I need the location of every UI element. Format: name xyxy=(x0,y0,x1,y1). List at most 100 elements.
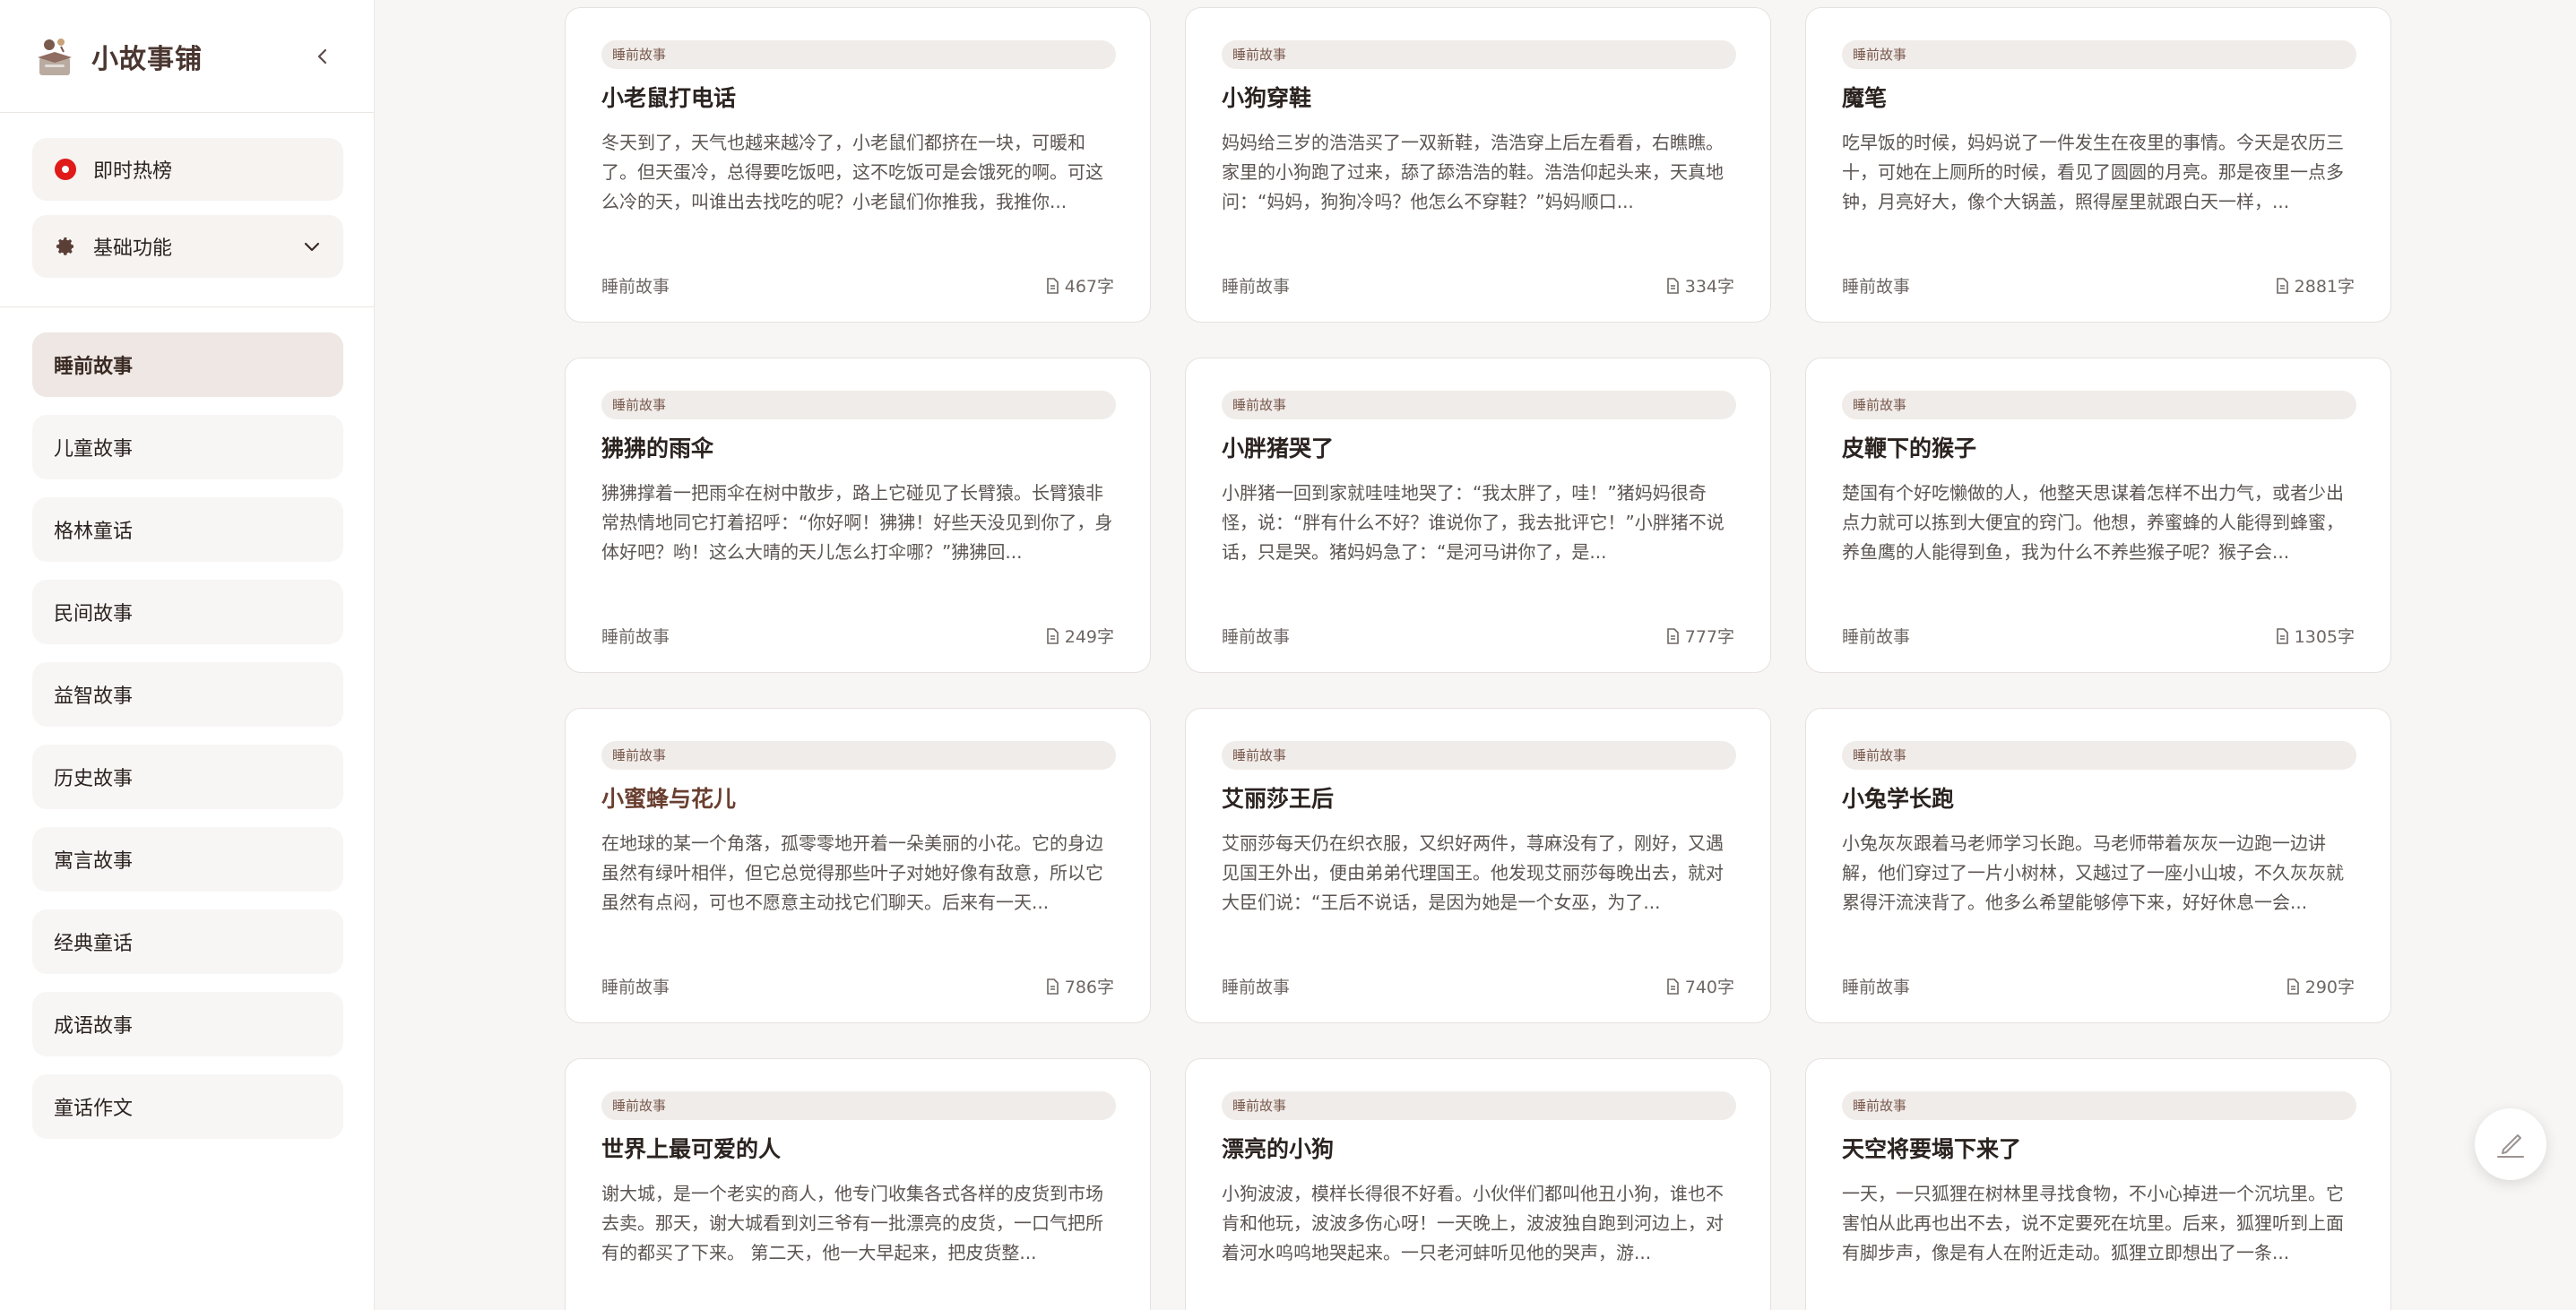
story-tag: 睡前故事 xyxy=(1842,391,2356,419)
word-count: 786字 xyxy=(1046,974,1114,998)
sidebar: 小故事铺 即时热榜 基础功能 睡前故事 儿童故事 格林童话 民间故事 益智故事 … xyxy=(0,0,375,1310)
story-title[interactable]: 天空将要塌下来了 xyxy=(1842,1134,2355,1165)
story-tag: 睡前故事 xyxy=(1222,741,1736,770)
story-meta: 睡前故事 290字 xyxy=(1842,974,2355,998)
story-card[interactable]: 睡前故事 艾丽莎王后 艾丽莎每天仍在织衣服，又织好两件，荨麻没有了，刚好，又遇见… xyxy=(1185,708,1771,1023)
story-meta: 睡前故事 1305字 xyxy=(1842,624,2355,648)
story-title[interactable]: 小老鼠打电话 xyxy=(601,83,1114,114)
document-icon xyxy=(1046,627,1059,644)
story-title[interactable]: 世界上最可爱的人 xyxy=(601,1134,1114,1165)
story-card[interactable]: 睡前故事 小狗穿鞋 妈妈给三岁的浩浩买了一双新鞋，浩浩穿上后左看看，右瞧瞧。家里… xyxy=(1185,7,1771,323)
story-meta: 睡前故事 249字 xyxy=(601,624,1114,648)
story-category: 睡前故事 xyxy=(601,627,670,647)
word-count-value: 249字 xyxy=(1064,627,1114,647)
story-excerpt: 冬天到了，天气也越来越冷了，小老鼠们都挤在一块，可暖和了。但天蛋冷，总得要吃饭吧… xyxy=(601,132,1103,212)
story-card[interactable]: 睡前故事 魔笔 吃早饭的时候，妈妈说了一件发生在夜里的事情。今天是农历三十，可她… xyxy=(1805,7,2391,323)
sidebar-item-puzzle[interactable]: 益智故事 xyxy=(32,662,343,727)
story-card[interactable]: 睡前故事 皮鞭下的猴子 楚国有个好吃懒做的人，他整天思谋着怎样不出力气，或者少出… xyxy=(1805,358,2391,673)
story-card[interactable]: 睡前故事 小胖猪哭了 小胖猪一回到家就哇哇地哭了：“我太胖了，哇！”猪妈妈很奇怪… xyxy=(1185,358,1771,673)
sidebar-item-fable[interactable]: 寓言故事 xyxy=(32,827,343,892)
story-grid: 睡前故事 小老鼠打电话 冬天到了，天气也越来越冷了，小老鼠们都挤在一块，可暖和了… xyxy=(375,0,2576,1310)
hot-record-icon xyxy=(54,158,77,181)
story-card[interactable]: 睡前故事 小蜜蜂与花儿 在地球的某一个角落，孤零零地开着一朵美丽的小花。它的身边… xyxy=(565,708,1151,1023)
story-meta: 睡前故事 786字 xyxy=(601,974,1114,998)
top-menu: 即时热榜 基础功能 xyxy=(0,113,374,307)
story-title[interactable]: 小兔学长跑 xyxy=(1842,784,2355,814)
story-title[interactable]: 魔笔 xyxy=(1842,83,2355,114)
story-card[interactable]: 睡前故事 世界上最可爱的人 谢大城，是一个老实的商人，他专门收集各式各样的皮货到… xyxy=(565,1058,1151,1310)
document-icon xyxy=(1046,277,1059,294)
word-count-value: 2881字 xyxy=(2294,277,2355,297)
story-excerpt: 楚国有个好吃懒做的人，他整天思谋着怎样不出力气，或者少出点力就可以拣到大便宜的窍… xyxy=(1842,482,2344,563)
sidebar-item-children[interactable]: 儿童故事 xyxy=(32,415,343,479)
story-category: 睡前故事 xyxy=(1842,978,1911,997)
sidebar-item-classic[interactable]: 经典童话 xyxy=(32,909,343,974)
story-card[interactable]: 睡前故事 漂亮的小狗 小狗波波，模样长得很不好看。小伙伴们都叫他丑小狗，谁也不肯… xyxy=(1185,1058,1771,1310)
word-count: 777字 xyxy=(1666,624,1734,648)
story-card[interactable]: 睡前故事 小兔学长跑 小兔灰灰跟着马老师学习长跑。马老师带着灰灰一边跑一边讲解，… xyxy=(1805,708,2391,1023)
pen-sign-icon xyxy=(2497,1134,2524,1158)
sidebar-item-grimm[interactable]: 格林童话 xyxy=(32,497,343,562)
story-title[interactable]: 小胖猪哭了 xyxy=(1222,434,1734,464)
basic-features-label: 基础功能 xyxy=(93,237,173,260)
write-story-button[interactable] xyxy=(2475,1108,2546,1180)
document-icon xyxy=(1666,277,1679,294)
word-count-value: 1305字 xyxy=(2294,627,2355,647)
story-category: 睡前故事 xyxy=(1842,277,1911,297)
story-card[interactable]: 睡前故事 小老鼠打电话 冬天到了，天气也越来越冷了，小老鼠们都挤在一块，可暖和了… xyxy=(565,7,1151,323)
story-category: 睡前故事 xyxy=(1842,627,1911,647)
story-excerpt: 一天，一只狐狸在树林里寻找食物，不小心掉进一个沉坑里。它害怕从此再也出不去，说不… xyxy=(1842,1183,2344,1263)
document-icon xyxy=(2276,627,2288,644)
document-icon xyxy=(2286,978,2299,995)
word-count: 249字 xyxy=(1046,624,1114,648)
collapse-sidebar-button[interactable] xyxy=(309,43,336,70)
storybook-logo-icon xyxy=(38,38,72,75)
story-category: 睡前故事 xyxy=(1222,277,1291,297)
story-excerpt: 妈妈给三岁的浩浩买了一双新鞋，浩浩穿上后左看看，右瞧瞧。家里的小狗跑了过来，舔了… xyxy=(1222,132,1724,212)
story-excerpt: 小胖猪一回到家就哇哇地哭了：“我太胖了，哇！”猪妈妈很奇怪，说：“胖有什么不好？… xyxy=(1222,482,1725,563)
story-title[interactable]: 艾丽莎王后 xyxy=(1222,784,1734,814)
word-count-value: 290字 xyxy=(2304,978,2355,997)
gear-icon xyxy=(54,235,77,258)
story-tag: 睡前故事 xyxy=(1222,40,1736,69)
sidebar-item-bedtime[interactable]: 睡前故事 xyxy=(32,332,343,397)
hot-list-button[interactable]: 即时热榜 xyxy=(32,138,343,201)
story-excerpt: 艾丽莎每天仍在织衣服，又织好两件，荨麻没有了，刚好，又遇见国王外出，便由弟弟代理… xyxy=(1222,832,1724,913)
story-meta: 睡前故事 334字 xyxy=(1222,273,1734,297)
story-tag: 睡前故事 xyxy=(601,741,1116,770)
story-category: 睡前故事 xyxy=(1222,978,1291,997)
story-excerpt: 谢大城，是一个老实的商人，他专门收集各式各样的皮货到市场去卖。那天，谢大城看到刘… xyxy=(601,1183,1103,1263)
story-tag: 睡前故事 xyxy=(601,391,1116,419)
category-nav: 睡前故事 儿童故事 格林童话 民间故事 益智故事 历史故事 寓言故事 经典童话 … xyxy=(0,307,374,1139)
story-title[interactable]: 小蜜蜂与花儿 xyxy=(601,784,1114,814)
sidebar-item-history[interactable]: 历史故事 xyxy=(32,745,343,809)
document-icon xyxy=(2276,277,2288,294)
story-title[interactable]: 狒狒的雨伞 xyxy=(601,434,1114,464)
story-category: 睡前故事 xyxy=(601,277,670,297)
story-tag: 睡前故事 xyxy=(1222,391,1736,419)
story-meta: 睡前故事 740字 xyxy=(1222,974,1734,998)
word-count: 1305字 xyxy=(2276,624,2355,648)
app-title: 小故事铺 xyxy=(91,43,203,75)
story-tag: 睡前故事 xyxy=(1842,40,2356,69)
word-count: 2881字 xyxy=(2276,273,2355,297)
word-count-value: 740字 xyxy=(1684,978,1734,997)
story-excerpt: 小兔灰灰跟着马老师学习长跑。马老师带着灰灰一边跑一边讲解，他们穿过了一片小树林，… xyxy=(1842,832,2344,913)
sidebar-item-folk[interactable]: 民间故事 xyxy=(32,580,343,644)
story-card[interactable]: 睡前故事 天空将要塌下来了 一天，一只狐狸在树林里寻找食物，不小心掉进一个沉坑里… xyxy=(1805,1058,2391,1310)
story-title[interactable]: 漂亮的小狗 xyxy=(1222,1134,1734,1165)
story-category: 睡前故事 xyxy=(601,978,670,997)
story-card[interactable]: 睡前故事 狒狒的雨伞 狒狒撑着一把雨伞在树中散步，路上它碰见了长臂猿。长臂猿非常… xyxy=(565,358,1151,673)
basic-features-dropdown[interactable]: 基础功能 xyxy=(32,215,343,278)
story-meta: 睡前故事 2881字 xyxy=(1842,273,2355,297)
story-tag: 睡前故事 xyxy=(1842,741,2356,770)
sidebar-item-idiom[interactable]: 成语故事 xyxy=(32,992,343,1056)
word-count-value: 786字 xyxy=(1064,978,1114,997)
chevron-left-icon xyxy=(317,48,327,65)
hot-list-label: 即时热榜 xyxy=(93,160,173,183)
story-title[interactable]: 皮鞭下的猴子 xyxy=(1842,434,2355,464)
story-tag: 睡前故事 xyxy=(1842,1091,2356,1120)
story-title[interactable]: 小狗穿鞋 xyxy=(1222,83,1734,114)
story-excerpt: 吃早饭的时候，妈妈说了一件发生在夜里的事情。今天是农历三十，可她在上厕所的时候，… xyxy=(1842,132,2344,212)
sidebar-item-essay[interactable]: 童话作文 xyxy=(32,1074,343,1139)
